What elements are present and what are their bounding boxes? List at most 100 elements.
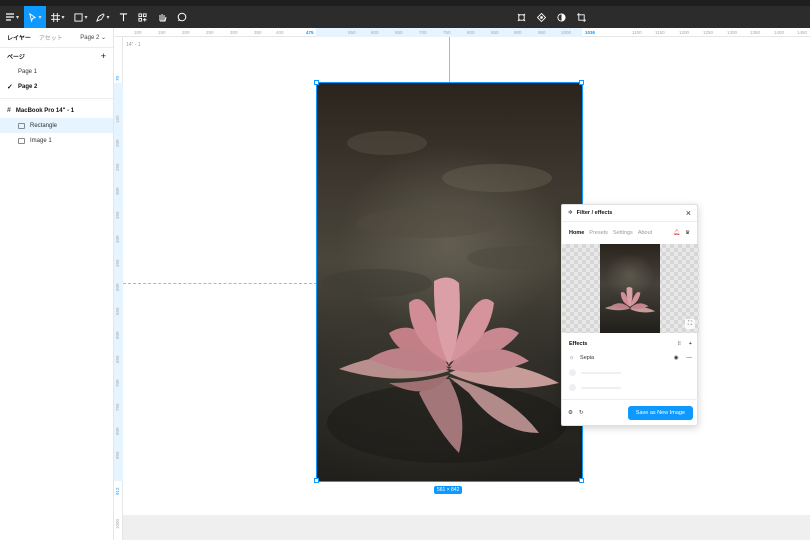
ruler-tick: 500: [115, 283, 120, 291]
ruler-tick: 300: [115, 187, 120, 195]
chevron-down-icon: ⌄: [100, 35, 106, 41]
page-item-1[interactable]: Page 1: [0, 64, 113, 79]
ruler-tick: 700: [419, 30, 427, 35]
mask-icon[interactable]: [534, 6, 548, 28]
effects-header: Effects ⁞⁞ +: [562, 338, 699, 350]
sun-icon: ☼: [569, 354, 575, 361]
remove-effect-icon[interactable]: —: [687, 355, 693, 361]
crown-icon[interactable]: ♛: [685, 230, 690, 236]
expand-icon[interactable]: ⛶: [685, 319, 695, 329]
ruler-tick: 1400: [774, 30, 785, 35]
grid-icon[interactable]: ⁞⁞: [678, 341, 681, 347]
resize-handle-bottom-left[interactable]: [314, 478, 319, 483]
settings-icon[interactable]: ⚙: [568, 410, 573, 416]
selected-rectangle-image[interactable]: [316, 82, 583, 482]
ruler-tick: 850: [115, 451, 120, 459]
page-item-2[interactable]: ✓ Page 2: [0, 79, 113, 94]
ruler-tick: 800: [467, 30, 475, 35]
page-selector[interactable]: Page 2 ⌄: [80, 34, 106, 41]
add-page-icon[interactable]: +: [101, 51, 106, 61]
ruler-tick: 1300: [727, 30, 738, 35]
pen-icon[interactable]: ▾: [92, 6, 114, 28]
ruler-tick: 1000: [115, 518, 120, 529]
lotus-flower-photo: [322, 131, 567, 463]
save-as-new-image-button[interactable]: Save as New Image: [627, 405, 693, 420]
ruler-tick: 400: [276, 30, 284, 35]
plugin-footer: ⚙ ↻ Save as New Image: [562, 399, 699, 425]
layer-frame[interactable]: # MacBook Pro 14" - 1: [0, 103, 113, 118]
effects-header-icons: ⁞⁞ +: [678, 341, 692, 347]
main-menu-icon[interactable]: ▾: [0, 6, 24, 28]
ruler-horizontal[interactable]: 100 150 200 250 300 350 400 475 550 600 …: [114, 28, 810, 37]
check-icon: ✓: [7, 83, 13, 91]
canvas-background[interactable]: [123, 515, 810, 540]
effect-row-icons: ◉ —: [674, 355, 692, 361]
add-effect-icon[interactable]: +: [689, 341, 692, 347]
contrast-icon[interactable]: [554, 6, 568, 28]
layer-image-1[interactable]: Image 1: [0, 133, 113, 148]
close-icon[interactable]: ×: [686, 208, 691, 218]
guide-line-vertical: [449, 37, 450, 83]
tab-layers[interactable]: レイヤー: [7, 33, 31, 42]
effects-section: Effects ⁞⁞ + ☼ Sepia ◉ —: [562, 338, 699, 395]
ruler-tick: 600: [115, 331, 120, 339]
preview-area: ⛶: [562, 244, 699, 333]
layer-rectangle[interactable]: Rectangle: [0, 118, 113, 133]
plugin-icon: ✲: [568, 210, 573, 216]
ruler-vertical[interactable]: 70 150 200 250 300 350 400 450 500 550 6…: [114, 37, 123, 540]
resize-handle-bottom-right[interactable]: [579, 478, 584, 483]
tab-home[interactable]: Home: [569, 230, 584, 236]
effect-name: Sepia: [580, 354, 595, 361]
preview-thumbnail: [600, 244, 660, 333]
ruler-tick: 1350: [750, 30, 761, 35]
frame-icon[interactable]: ▾: [46, 6, 70, 28]
ruler-tick: 950: [538, 30, 546, 35]
shape-icon[interactable]: ▾: [70, 6, 92, 28]
ruler-tick: 100: [134, 30, 142, 35]
ruler-tick: 350: [254, 30, 262, 35]
ruler-tick: 1250: [703, 30, 714, 35]
crop-icon[interactable]: [574, 6, 588, 28]
lotus-thumbnail: [604, 287, 656, 313]
move-icon[interactable]: ▾: [24, 6, 46, 28]
tab-presets[interactable]: Presets: [589, 230, 608, 236]
image-layer-icon: [18, 137, 25, 144]
placeholder-bar: [581, 371, 621, 374]
ruler-tick: 750: [115, 403, 120, 411]
plugin-header-icons: 🔔︎ ♛: [673, 230, 690, 236]
page-item-label: Page 2: [18, 83, 38, 90]
tab-settings[interactable]: Settings: [613, 230, 633, 236]
pages-section-header: ページ +: [0, 48, 113, 64]
resources-icon[interactable]: [132, 6, 152, 28]
frame-label[interactable]: 14" - 1: [126, 42, 141, 48]
placeholder-bar: [581, 386, 621, 389]
refresh-icon[interactable]: ↻: [579, 410, 584, 416]
ruler-tick: 1100: [632, 30, 642, 35]
ruler-tick: 900: [514, 30, 522, 35]
size-badge: 561 × 842: [434, 486, 463, 494]
layer-label: MacBook Pro 14" - 1: [15, 107, 75, 114]
ruler-tick-selected: 912: [115, 487, 120, 495]
comment-icon[interactable]: [172, 6, 192, 28]
ruler-tick: 600: [371, 30, 379, 35]
component-icon[interactable]: [514, 6, 528, 28]
effects-heading: Effects: [569, 341, 588, 347]
divider: [0, 98, 113, 99]
ruler-tick: 250: [115, 163, 120, 171]
tab-about[interactable]: About: [638, 230, 652, 236]
figma-app: ▾ ▾ ▾ ▾ ▾ レイヤー アセット Page 2 ⌄ ページ + Page …: [0, 0, 810, 540]
tab-assets[interactable]: アセット: [39, 33, 63, 42]
effect-row[interactable]: ☼ Sepia ◉ —: [562, 350, 699, 365]
placeholder-dot: [569, 384, 576, 391]
hand-icon[interactable]: [152, 6, 172, 28]
resize-handle-top-left[interactable]: [314, 80, 319, 85]
notification-bell-icon[interactable]: 🔔︎: [673, 230, 680, 236]
ruler-tick: 300: [230, 30, 238, 35]
eye-icon[interactable]: ◉: [674, 355, 679, 361]
ruler-tick: 750: [443, 30, 451, 35]
ruler-tick: 200: [115, 139, 120, 147]
plugin-title: Filter / effects: [576, 210, 613, 216]
resize-handle-top-right[interactable]: [579, 80, 584, 85]
ruler-tick: 1000: [561, 30, 572, 35]
text-icon[interactable]: [114, 6, 132, 28]
